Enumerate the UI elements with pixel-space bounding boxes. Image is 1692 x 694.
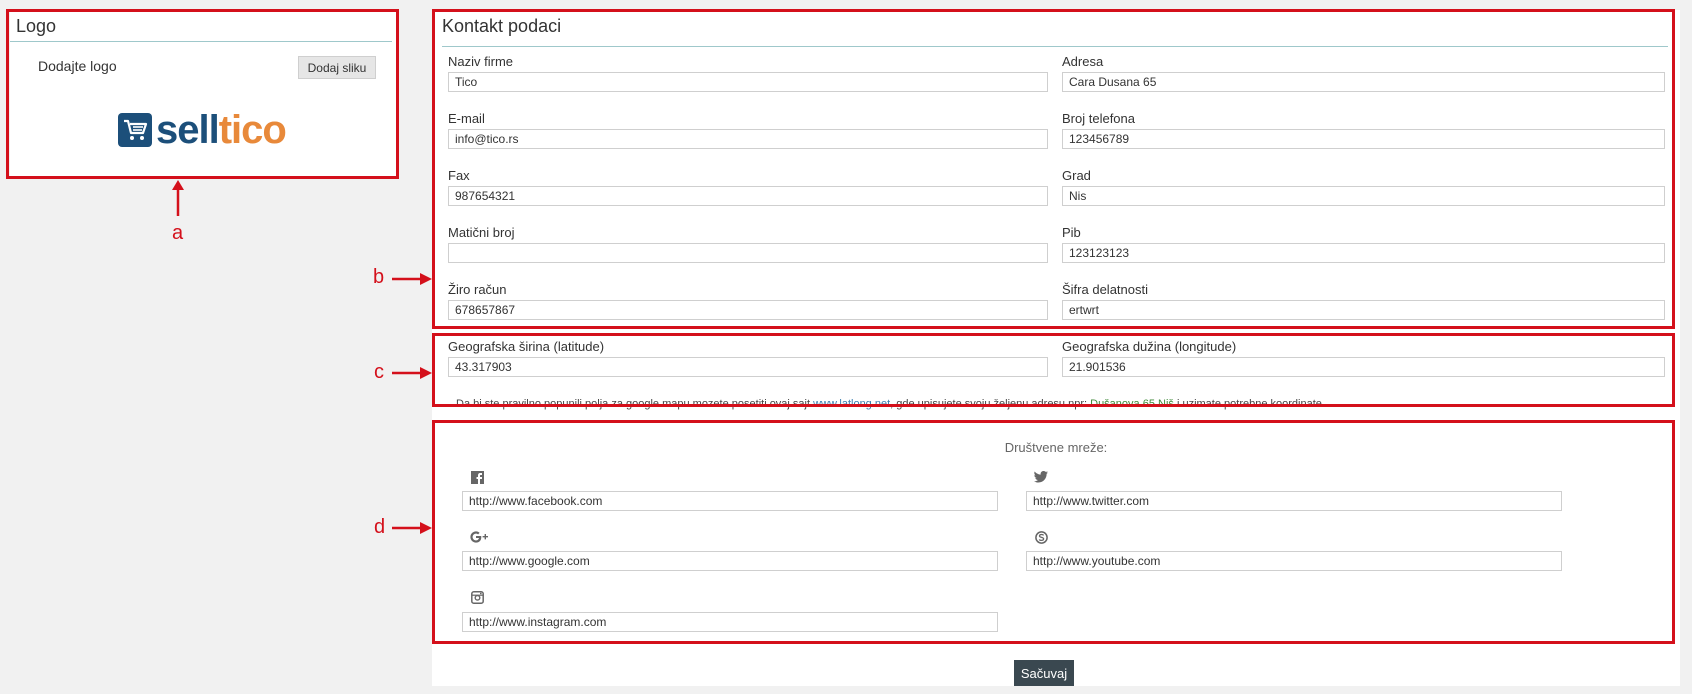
add-image-button[interactable]: Dodaj sliku bbox=[298, 56, 376, 79]
activity-code-label: Šifra delatnosti bbox=[1062, 282, 1148, 297]
phone-input[interactable] bbox=[1062, 129, 1665, 149]
company-name-field: Naziv firme bbox=[448, 54, 1048, 92]
annotation-arrow-a bbox=[172, 180, 184, 216]
registration-number-input[interactable] bbox=[448, 243, 1048, 263]
pib-input[interactable] bbox=[1062, 243, 1665, 263]
activity-code-input[interactable] bbox=[1062, 300, 1665, 320]
save-button[interactable]: Sačuvaj bbox=[1014, 660, 1074, 686]
latitude-field: Geografska širina (latitude) bbox=[448, 339, 1048, 377]
city-input[interactable] bbox=[1062, 186, 1665, 206]
annotation-arrow-c bbox=[392, 367, 432, 379]
address-input[interactable] bbox=[1062, 72, 1665, 92]
section-divider bbox=[442, 46, 1668, 47]
skype-icon bbox=[1034, 530, 1048, 544]
fax-field: Fax bbox=[448, 168, 1048, 206]
logo-panel-title: Logo bbox=[10, 10, 392, 42]
cart-icon bbox=[118, 113, 152, 147]
brand-wordmark: selltico bbox=[156, 108, 287, 152]
annotation-label-a: a bbox=[172, 222, 184, 244]
twitter-icon bbox=[1034, 470, 1048, 484]
social-networks-title: Društvene mreže: bbox=[1004, 440, 1108, 455]
add-logo-label: Dodajte logo bbox=[38, 58, 117, 74]
youtube-input[interactable] bbox=[1026, 551, 1562, 571]
city-field: Grad bbox=[1062, 168, 1665, 206]
pib-field: Pib bbox=[1062, 225, 1665, 263]
instagram-field bbox=[462, 612, 998, 632]
registration-number-field: Matični broj bbox=[448, 225, 1048, 263]
youtube-field bbox=[1026, 551, 1562, 571]
company-name-label: Naziv firme bbox=[448, 54, 514, 69]
annotation-label-b: b bbox=[373, 266, 385, 288]
longitude-field: Geografska dužina (longitude) bbox=[1062, 339, 1665, 377]
latlong-link[interactable]: www.latlong.net bbox=[813, 398, 890, 410]
instagram-icon bbox=[470, 590, 484, 604]
activity-code-field: Šifra delatnosti bbox=[1062, 282, 1665, 320]
bank-account-input[interactable] bbox=[448, 300, 1048, 320]
facebook-icon bbox=[470, 470, 484, 484]
example-address: Dušanova 65 Niš bbox=[1090, 398, 1174, 410]
phone-label: Broj telefona bbox=[1062, 111, 1135, 126]
latitude-label: Geografska širina (latitude) bbox=[448, 339, 605, 354]
longitude-label: Geografska dužina (longitude) bbox=[1062, 339, 1237, 354]
latitude-input[interactable] bbox=[448, 357, 1048, 377]
selltico-logo: selltico bbox=[118, 108, 287, 152]
annotation-label-d: d bbox=[374, 516, 386, 538]
instagram-input[interactable] bbox=[462, 612, 998, 632]
twitter-input[interactable] bbox=[1026, 491, 1562, 511]
fax-input[interactable] bbox=[448, 186, 1048, 206]
address-label: Adresa bbox=[1062, 54, 1104, 69]
fax-label: Fax bbox=[448, 168, 470, 183]
annotation-arrow-d bbox=[392, 522, 432, 534]
google-plus-icon bbox=[470, 530, 490, 544]
phone-field: Broj telefona bbox=[1062, 111, 1665, 149]
twitter-field bbox=[1026, 491, 1562, 511]
bank-account-label: Žiro račun bbox=[448, 282, 507, 297]
address-field: Adresa bbox=[1062, 54, 1665, 92]
annotation-label-c: c bbox=[374, 361, 384, 383]
facebook-input[interactable] bbox=[462, 491, 998, 511]
pib-label: Pib bbox=[1062, 225, 1081, 240]
google-input[interactable] bbox=[462, 551, 998, 571]
google-field bbox=[462, 551, 998, 571]
facebook-field bbox=[462, 491, 998, 511]
city-label: Grad bbox=[1062, 168, 1091, 183]
email-field: E-mail bbox=[448, 111, 1048, 149]
logo-panel: Logo Dodajte logo Dodaj sliku selltico bbox=[10, 10, 398, 178]
logo-upload-row: Dodajte logo Dodaj sliku bbox=[26, 46, 386, 80]
company-name-input[interactable] bbox=[448, 72, 1048, 92]
email-label: E-mail bbox=[448, 111, 485, 126]
contact-form-area: Kontakt podaci Naziv firme Adresa E-mail… bbox=[432, 10, 1680, 686]
registration-number-label: Matični broj bbox=[448, 225, 515, 240]
email-input[interactable] bbox=[448, 129, 1048, 149]
longitude-input[interactable] bbox=[1062, 357, 1665, 377]
bank-account-field: Žiro račun bbox=[448, 282, 1048, 320]
map-hint-text: Da bi ste pravilno popunili polja za goo… bbox=[456, 398, 1325, 410]
contact-section-title: Kontakt podaci bbox=[442, 16, 562, 36]
annotation-arrow-b bbox=[392, 273, 432, 285]
